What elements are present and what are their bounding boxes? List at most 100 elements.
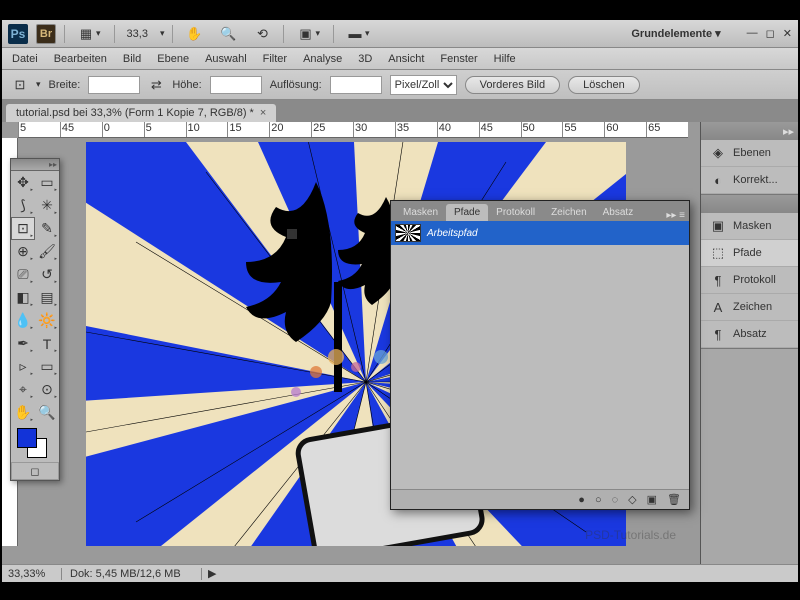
- quick-mask-toggle[interactable]: ◻: [11, 462, 59, 480]
- selection-to-path-icon[interactable]: ◇: [628, 493, 636, 506]
- zoom-tool[interactable]: 🔍: [35, 401, 59, 424]
- eyedropper-tool[interactable]: ✎▸: [35, 217, 59, 240]
- maximize-button[interactable]: ◻: [766, 27, 775, 40]
- stroke-path-icon[interactable]: ○: [595, 494, 602, 506]
- stamp-tool[interactable]: ⎚▸: [11, 263, 35, 286]
- tab-protokoll[interactable]: Protokoll: [488, 204, 543, 221]
- loeschen-button[interactable]: Löschen: [568, 76, 640, 94]
- photoshop-logo-icon[interactable]: Ps: [8, 24, 28, 44]
- character-icon: A: [709, 299, 727, 315]
- aufloesung-input[interactable]: [330, 76, 382, 94]
- hand-tool-shortcut[interactable]: ✋: [181, 23, 207, 45]
- menu-ansicht[interactable]: Ansicht: [388, 53, 424, 65]
- vorderes-bild-button[interactable]: Vorderes Bild: [465, 76, 560, 94]
- paths-panel: Masken Pfade Protokoll Zeichen Absatz ▸▸…: [390, 200, 690, 510]
- zoom-value[interactable]: 33,3: [123, 26, 152, 42]
- panel-zeichen[interactable]: AZeichen: [701, 294, 798, 321]
- marquee-tool[interactable]: ▭▸: [35, 171, 59, 194]
- layout-switcher[interactable]: ▦▾: [73, 23, 106, 45]
- 3d-camera-tool[interactable]: ⊙▸: [35, 378, 59, 401]
- arrange-docs[interactable]: ▣▾: [292, 23, 325, 45]
- swap-icon[interactable]: ⇄: [148, 77, 164, 93]
- history-icon: ¶: [709, 272, 727, 288]
- quick-select-tool[interactable]: ✳▸: [35, 194, 59, 217]
- workspace-switcher[interactable]: Grundelemente ▾: [623, 25, 728, 42]
- unit-select[interactable]: Pixel/Zoll: [390, 75, 457, 95]
- eraser-tool[interactable]: ◧▸: [11, 286, 35, 309]
- tab-absatz[interactable]: Absatz: [595, 204, 642, 221]
- rotate-view-shortcut[interactable]: ⟲: [249, 23, 275, 45]
- minimize-button[interactable]: —: [747, 27, 758, 40]
- dodge-tool[interactable]: 🔆▸: [35, 309, 59, 332]
- path-row[interactable]: Arbeitspfad: [391, 221, 689, 245]
- bridge-logo-icon[interactable]: Br: [36, 24, 56, 44]
- document-tab[interactable]: tutorial.psd bei 33,3% (Form 1 Kopie 7, …: [6, 104, 276, 122]
- menu-fenster[interactable]: Fenster: [440, 53, 477, 65]
- menu-filter[interactable]: Filter: [263, 53, 287, 65]
- panel-masken[interactable]: ▣Masken: [701, 213, 798, 240]
- paths-list[interactable]: Arbeitspfad: [391, 221, 689, 489]
- foreground-color-swatch[interactable]: [17, 428, 37, 448]
- panel-absatz[interactable]: ¶Absatz: [701, 321, 798, 348]
- status-doc-size[interactable]: Dok: 5,45 MB/12,6 MB: [62, 568, 202, 580]
- menu-analyse[interactable]: Analyse: [303, 53, 342, 65]
- shape-tool[interactable]: ▭▸: [35, 355, 59, 378]
- workspace-label: Grundelemente: [631, 28, 712, 40]
- blur-tool[interactable]: 💧▸: [11, 309, 35, 332]
- menu-3d[interactable]: 3D: [358, 53, 372, 65]
- close-button[interactable]: ✕: [783, 27, 792, 40]
- menu-hilfe[interactable]: Hilfe: [494, 53, 516, 65]
- menu-auswahl[interactable]: Auswahl: [205, 53, 247, 65]
- color-swatches[interactable]: [11, 424, 59, 462]
- crop-tool[interactable]: ⊡▸: [11, 217, 35, 240]
- tab-masken[interactable]: Masken: [395, 204, 446, 221]
- path-to-selection-icon[interactable]: ◌: [612, 494, 619, 506]
- delete-path-icon[interactable]: 🗑: [667, 493, 681, 506]
- fill-path-icon[interactable]: ●: [578, 494, 585, 506]
- close-tab-icon[interactable]: ×: [260, 107, 266, 119]
- screen-icon: ▬: [347, 26, 363, 42]
- move-tool[interactable]: ✥▸: [11, 171, 35, 194]
- panel-expand-icon[interactable]: ▸▸ ≡: [662, 210, 689, 221]
- menu-bearbeiten[interactable]: Bearbeiten: [54, 53, 107, 65]
- masks-icon: ▣: [709, 218, 727, 234]
- history-brush-tool[interactable]: ↺▸: [35, 263, 59, 286]
- status-chevron-icon[interactable]: ▶: [202, 567, 222, 580]
- screen-mode[interactable]: ▬▾: [342, 23, 375, 45]
- path-select-tool[interactable]: ▹▸: [11, 355, 35, 378]
- menu-datei[interactable]: Datei: [12, 53, 38, 65]
- lasso-tool[interactable]: ⟆▸: [11, 194, 35, 217]
- tab-pfade[interactable]: Pfade: [446, 204, 488, 221]
- adjustments-icon: ◐: [709, 172, 727, 188]
- hand-tool[interactable]: ✋▸: [11, 401, 35, 424]
- toolbox-header[interactable]: ▸▸: [11, 159, 59, 171]
- paragraph-icon: ¶: [709, 326, 727, 342]
- path-thumbnail: [395, 224, 421, 242]
- panel-pfade[interactable]: ⬚Pfade: [701, 240, 798, 267]
- 3d-tool[interactable]: ⌖▸: [11, 378, 35, 401]
- quick-mask-row: ◻: [11, 462, 59, 480]
- tab-zeichen[interactable]: Zeichen: [543, 204, 595, 221]
- panel-collapse-icon[interactable]: ▸▸: [701, 122, 798, 140]
- brush-tool[interactable]: 🖌▸: [35, 240, 59, 263]
- panel-korrekturen[interactable]: ◐Korrekt...: [701, 167, 798, 194]
- type-tool[interactable]: T▸: [35, 332, 59, 355]
- menu-bild[interactable]: Bild: [123, 53, 141, 65]
- crop-tool-icon[interactable]: ⊡: [12, 77, 28, 93]
- pen-tool[interactable]: ✒▸: [11, 332, 35, 355]
- panel-ebenen[interactable]: ◈Ebenen: [701, 140, 798, 167]
- healing-tool[interactable]: ⊕▸: [11, 240, 35, 263]
- hand-icon: ✋: [186, 26, 202, 42]
- zoom-tool-shortcut[interactable]: 🔍: [215, 23, 241, 45]
- panel-protokoll[interactable]: ¶Protokoll: [701, 267, 798, 294]
- hoehe-input[interactable]: [210, 76, 262, 94]
- aufloesung-label: Auflösung:: [270, 79, 322, 91]
- breite-input[interactable]: [88, 76, 140, 94]
- status-zoom[interactable]: 33,33%: [2, 568, 62, 580]
- breite-label: Breite:: [49, 79, 81, 91]
- new-path-icon[interactable]: ▣: [647, 493, 657, 506]
- menu-ebene[interactable]: Ebene: [157, 53, 189, 65]
- document-tabs: tutorial.psd bei 33,3% (Form 1 Kopie 7, …: [2, 100, 798, 122]
- gradient-tool[interactable]: ▤▸: [35, 286, 59, 309]
- toolbox-collapse-icon[interactable]: ▸▸: [49, 160, 57, 169]
